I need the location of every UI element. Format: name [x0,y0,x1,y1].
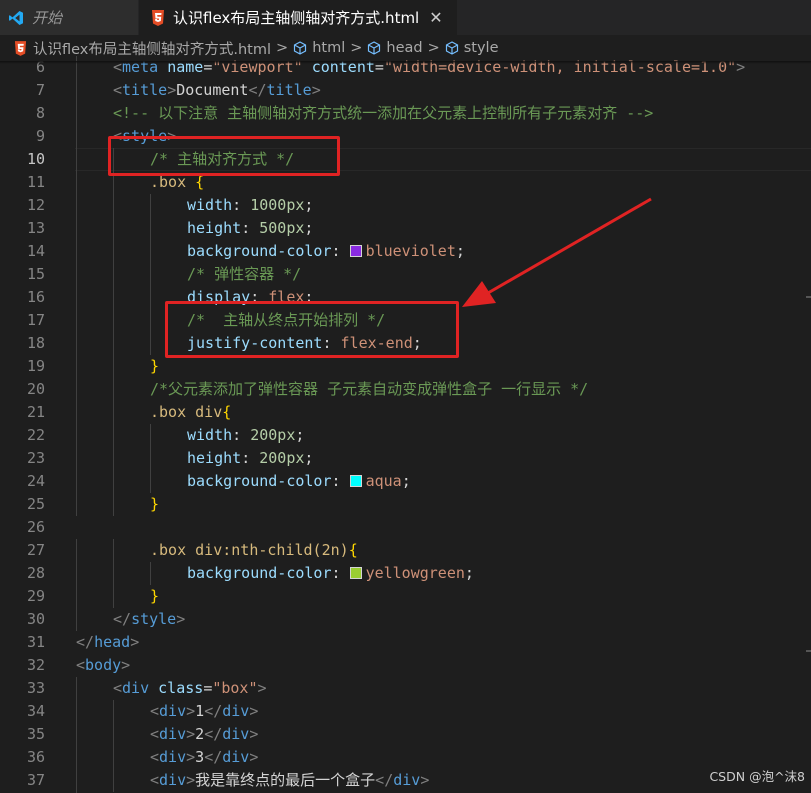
watermark: CSDN @泡^沫8 [709,769,805,784]
scrollbar-marker [806,650,811,652]
scrollbar-marker [806,296,811,298]
annotation-arrow [462,197,652,307]
